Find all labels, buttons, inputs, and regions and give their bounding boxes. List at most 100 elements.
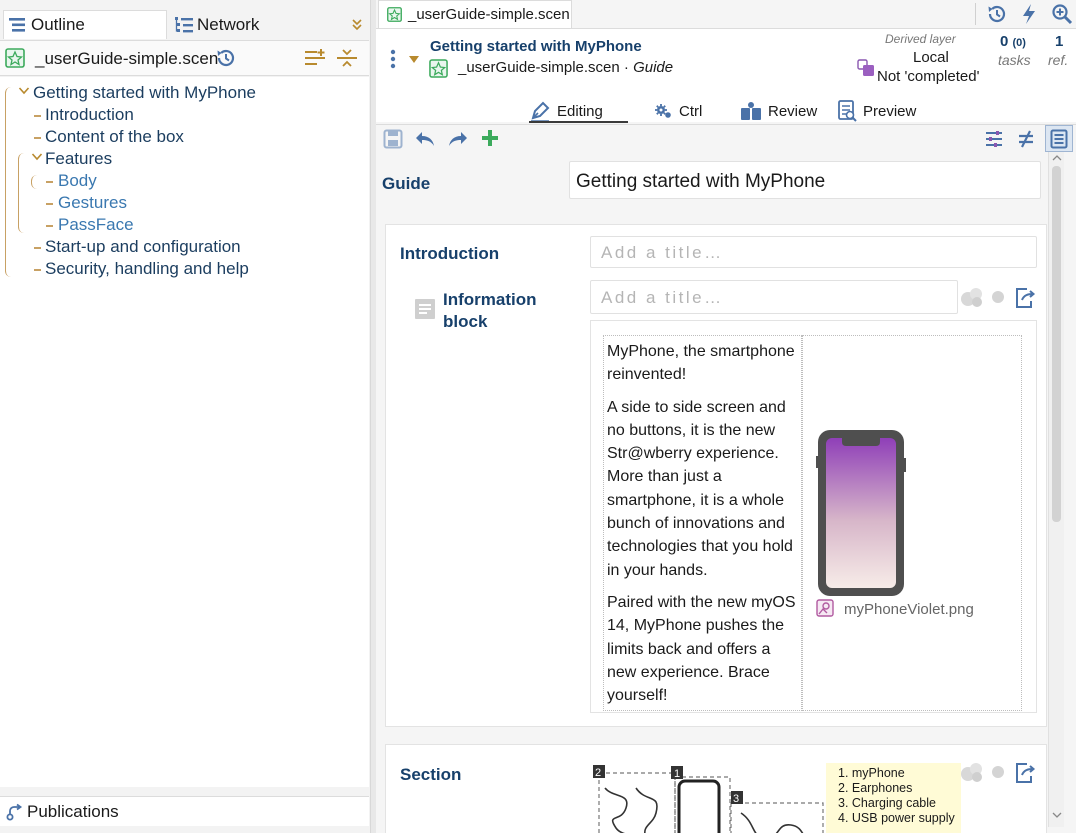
- tree-item-getting-started[interactable]: Getting started with MyPhone: [33, 83, 256, 103]
- tasks-count[interactable]: 0 (0): [1000, 33, 1026, 50]
- information-block-icon: [415, 299, 435, 319]
- tab-ctrl[interactable]: Ctrl: [653, 98, 702, 124]
- ref-count[interactable]: 1: [1055, 33, 1063, 50]
- export-icon[interactable]: [1014, 762, 1036, 784]
- file-tab[interactable]: _userGuide-simple.scen: [378, 0, 572, 28]
- scenario-row: _userGuide-simple.scen: [0, 40, 369, 76]
- not-equal-icon[interactable]: [1017, 129, 1035, 149]
- phone-image[interactable]: [816, 428, 906, 598]
- guide-title-field[interactable]: Getting started with MyPhone: [569, 161, 1041, 199]
- legend-item: 3. Charging cable: [838, 796, 936, 810]
- zoom-in-icon[interactable]: [1051, 3, 1073, 25]
- tasks-label: tasks: [998, 52, 1031, 68]
- publications-label: Publications: [27, 801, 119, 821]
- leaf-dash-icon: [46, 203, 53, 205]
- paragraph[interactable]: A side to side screen and no buttons, it…: [607, 396, 801, 582]
- scroll-down-icon[interactable]: [1052, 812, 1062, 819]
- tabs-overflow-button[interactable]: [347, 10, 367, 39]
- more-vertical-icon[interactable]: [390, 49, 396, 69]
- title-placeholder: Add a title…: [601, 288, 724, 307]
- history-icon[interactable]: [215, 47, 237, 69]
- box-contents-image[interactable]: 2 1 3 1. myPhone 2. Earphones 3. Chargin…: [591, 763, 961, 833]
- tree-item-passface[interactable]: PassFace: [58, 215, 134, 235]
- tab-review[interactable]: Review: [740, 98, 817, 124]
- document-file: _userGuide-simple.scen · Guide: [458, 59, 674, 76]
- status-dot-icon[interactable]: [992, 291, 1004, 303]
- tree-item-content-of-box[interactable]: Content of the box: [45, 127, 184, 147]
- legend-item: 4. USB power supply: [838, 811, 955, 825]
- legend-item: 1. myPhone: [838, 766, 905, 780]
- collapse-all-icon[interactable]: [336, 48, 358, 68]
- svg-text:3: 3: [733, 793, 739, 805]
- tree-item-gestures[interactable]: Gestures: [58, 193, 127, 213]
- tab-outline-label: Outline: [31, 15, 85, 34]
- chevron-down-icon[interactable]: [18, 86, 30, 96]
- active-tab-underline: [529, 121, 628, 123]
- tree-item-startup[interactable]: Start-up and configuration: [45, 237, 241, 257]
- scenario-file-icon: [429, 59, 448, 78]
- tab-preview[interactable]: Preview: [837, 98, 916, 124]
- redo-icon[interactable]: [447, 129, 469, 149]
- scroll-thumb[interactable]: [1052, 166, 1061, 522]
- outline-icon: [8, 16, 28, 34]
- tree-item-introduction[interactable]: Introduction: [45, 105, 134, 125]
- status-dot-icon[interactable]: [992, 766, 1004, 778]
- text-cell[interactable]: MyPhone, the smartphone reinvented! A si…: [603, 335, 802, 711]
- tab-network[interactable]: Network: [172, 10, 342, 39]
- file-tab-label: _userGuide-simple.scen: [408, 6, 570, 23]
- add-icon[interactable]: [480, 128, 500, 148]
- status-icon: [857, 59, 875, 77]
- undo-icon[interactable]: [414, 129, 436, 149]
- leaf-dash-icon: [34, 247, 41, 249]
- leaf-dash-icon: [34, 137, 41, 139]
- preview-icon: [837, 100, 857, 122]
- document-header: Getting started with MyPhone _userGuide-…: [376, 28, 1076, 122]
- introduction-block: Introduction Add a title… Information bl…: [385, 224, 1047, 727]
- bubbles-icon[interactable]: [960, 761, 984, 783]
- lightning-icon[interactable]: [1019, 3, 1039, 25]
- legend-item: 2. Earphones: [838, 781, 913, 795]
- tree-guide-line: [5, 87, 11, 277]
- filter-settings-icon[interactable]: [984, 129, 1004, 149]
- save-icon[interactable]: [383, 129, 403, 149]
- introduction-label: Introduction: [400, 244, 500, 263]
- caret-down-icon[interactable]: [409, 56, 419, 64]
- chevron-down-icon[interactable]: [31, 152, 43, 162]
- bubbles-icon[interactable]: [960, 286, 984, 308]
- image-file-name: myPhoneViolet.png: [844, 601, 974, 618]
- pen-icon: [529, 100, 551, 122]
- scroll-up-icon[interactable]: [1052, 154, 1062, 161]
- export-icon[interactable]: [1014, 287, 1036, 309]
- vertical-scrollbar[interactable]: [1048, 152, 1064, 827]
- scenario-file-icon: [5, 48, 25, 68]
- svg-text:2: 2: [595, 767, 601, 779]
- expand-all-icon[interactable]: [304, 48, 326, 68]
- scenario-file-icon: [387, 7, 402, 22]
- svg-text:1: 1: [674, 768, 680, 780]
- tab-ctrl-label: Ctrl: [679, 102, 703, 120]
- tree-item-body[interactable]: Body: [58, 171, 97, 191]
- tree-item-features[interactable]: Features: [45, 149, 112, 169]
- outline-tree: Getting started with MyPhone Introductio…: [0, 77, 369, 787]
- scenario-file-name: _userGuide-simple.scen: [35, 49, 219, 68]
- tree-item-security[interactable]: Security, handling and help: [45, 259, 249, 279]
- review-icon: [740, 101, 762, 121]
- leaf-dash-icon: [46, 225, 53, 227]
- leaf-dash-icon: [34, 115, 41, 117]
- publications-icon: [6, 803, 24, 821]
- section-label: Section: [400, 765, 462, 784]
- tab-outline[interactable]: Outline: [3, 10, 167, 39]
- information-block-label: Information block: [443, 290, 537, 331]
- introduction-title-input[interactable]: Add a title…: [590, 236, 1037, 268]
- information-block-title-input[interactable]: Add a title…: [590, 280, 958, 314]
- guide-title-value: Getting started with MyPhone: [576, 171, 826, 192]
- box-contents-legend: 1. myPhone 2. Earphones 3. Charging cabl…: [826, 763, 961, 833]
- image-cell[interactable]: myPhoneViolet.png: [802, 335, 1022, 711]
- publications-bar[interactable]: Publications: [0, 796, 369, 826]
- paragraph[interactable]: Paired with the new myOS 14, MyPhone pus…: [607, 591, 801, 707]
- paragraph[interactable]: MyPhone, the smartphone reinvented!: [607, 340, 801, 387]
- document-title: Getting started with MyPhone: [430, 38, 642, 55]
- outline-view-icon[interactable]: [1045, 125, 1073, 152]
- layer-value: Local: [913, 49, 949, 66]
- history-icon[interactable]: [986, 3, 1008, 25]
